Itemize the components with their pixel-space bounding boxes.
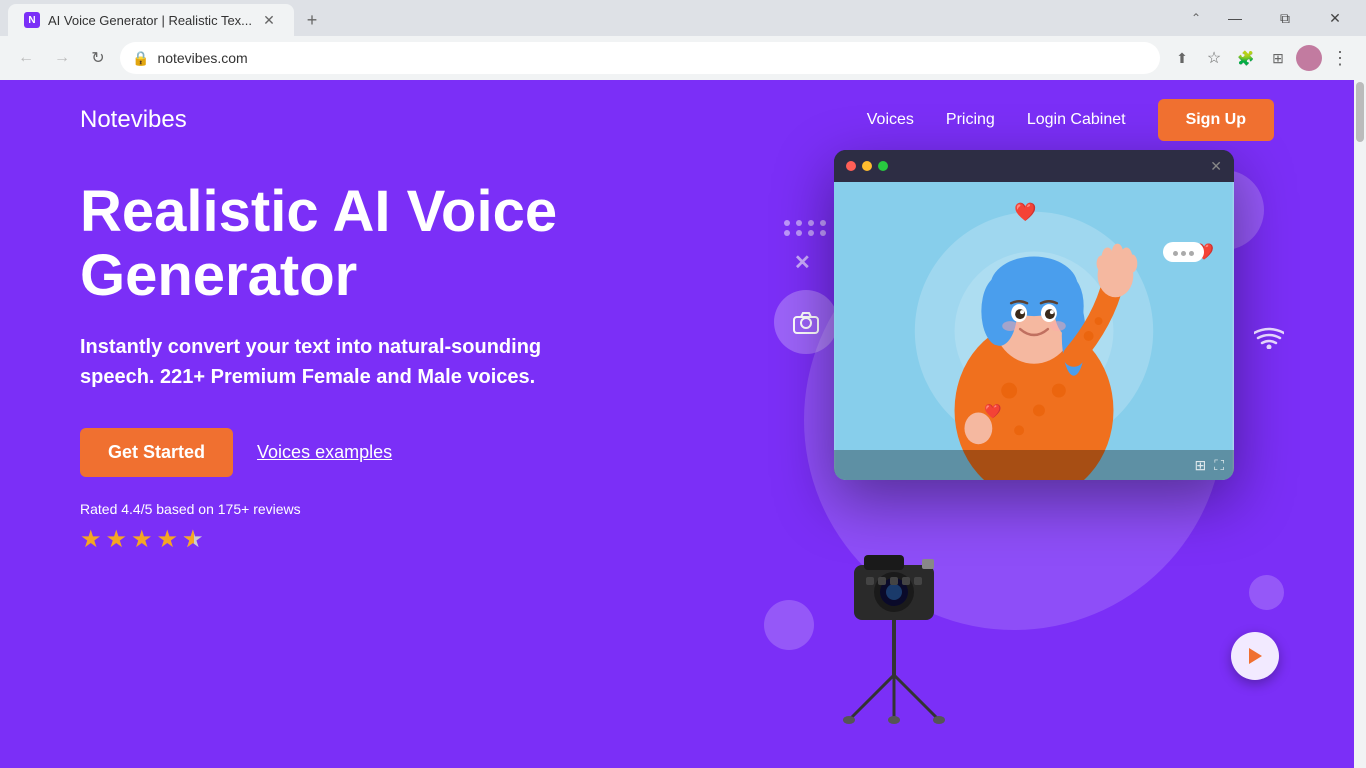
star-1: ★ [80, 525, 102, 554]
nav-link-pricing[interactable]: Pricing [946, 111, 995, 129]
maximize-button[interactable]: ⧉ [1262, 4, 1308, 32]
hero-illustration: ✕ [734, 130, 1294, 730]
hero-subtitle: Instantly convert your text into natural… [80, 332, 580, 392]
browser-chrome: N AI Voice Generator | Realistic Tex... … [0, 0, 1366, 80]
get-started-button[interactable]: Get Started [80, 428, 233, 477]
screen-bottom-bar: ⊞ ⛶ [834, 450, 1234, 480]
tab-close-button[interactable]: ✕ [260, 11, 278, 29]
expand-icon: ⊞ [1194, 457, 1206, 474]
screen-frame: ✕ [834, 150, 1234, 480]
dot-1 [784, 220, 790, 226]
forward-button[interactable]: → [48, 44, 76, 72]
lock-icon: 🔒 [132, 50, 149, 67]
rating-text: Rated 4.4/5 based on 175+ reviews [80, 501, 660, 517]
page-wrapper: N AI Voice Generator | Realistic Tex... … [0, 0, 1366, 768]
minimize-button[interactable]: — [1212, 4, 1258, 32]
star-5: ★ ★ [182, 525, 204, 554]
scrollbar-thumb[interactable] [1356, 82, 1364, 142]
dot-3 [808, 220, 814, 226]
dot-2 [796, 220, 802, 226]
nav-link-voices[interactable]: Voices [867, 111, 914, 129]
heart-icon-1: ❤️ [1014, 202, 1036, 223]
star-rating: ★ ★ ★ ★ ★ ★ [80, 525, 660, 554]
hero-title: Realistic AI Voice Generator [80, 180, 660, 308]
tripod-illustration [794, 545, 994, 730]
dot-5 [784, 230, 790, 236]
scrollbar[interactable] [1354, 80, 1366, 768]
address-bar[interactable]: 🔒 notevibes.com [120, 42, 1160, 74]
screen-dot-green [878, 161, 888, 171]
close-button[interactable]: ✕ [1312, 4, 1358, 32]
voices-examples-link[interactable]: Voices examples [257, 442, 392, 463]
share-button[interactable]: ⬆ [1168, 44, 1196, 72]
screen-dot-red [846, 161, 856, 171]
nav-link-login-cabinet[interactable]: Login Cabinet [1027, 111, 1126, 129]
dot-7 [808, 230, 814, 236]
navbar: Notevibes Voices Pricing Login Cabinet S… [0, 80, 1354, 160]
menu-button[interactable]: ⋮ [1326, 44, 1354, 72]
screen-dot-yellow [862, 161, 872, 171]
nav-back-icon: ⌃ [1184, 6, 1208, 30]
chat-dot-3 [1189, 251, 1194, 256]
active-tab[interactable]: N AI Voice Generator | Realistic Tex... … [8, 4, 294, 36]
screen-content: ❤️ ❤️ ❤️ ⊞ ⛶ [834, 182, 1234, 480]
logo[interactable]: Notevibes [80, 106, 187, 134]
bookmark-button[interactable]: ☆ [1200, 44, 1228, 72]
chat-dot-2 [1181, 251, 1186, 256]
user-avatar[interactable] [1296, 45, 1322, 71]
tab-bar: N AI Voice Generator | Realistic Tex... … [0, 0, 1366, 36]
back-button[interactable]: ← [12, 44, 40, 72]
profile-button[interactable]: ⊞ [1264, 44, 1292, 72]
play-button [1231, 632, 1279, 680]
character-illustration [834, 182, 1234, 480]
nav-links: Voices Pricing Login Cabinet Sign Up [867, 99, 1274, 141]
heart-icon-3: ❤️ [984, 403, 1001, 420]
chat-dot-1 [1173, 251, 1178, 256]
new-tab-button[interactable]: + [298, 6, 326, 34]
x-mark-decoration: ✕ [794, 250, 811, 275]
page-content: Notevibes Voices Pricing Login Cabinet S… [0, 80, 1354, 768]
camera-float [774, 290, 838, 354]
wifi-icon [1254, 325, 1284, 356]
dots-pattern-decoration [784, 220, 828, 236]
signup-button[interactable]: Sign Up [1158, 99, 1274, 141]
screen-close-x: ✕ [1210, 158, 1222, 175]
fullscreen-icon: ⛶ [1214, 457, 1224, 474]
nav-actions: ⬆ ☆ 🧩 ⊞ ⋮ [1168, 44, 1354, 72]
star-4: ★ [157, 525, 179, 554]
camera-icon [774, 290, 838, 354]
tab-favicon: N [24, 12, 40, 28]
reload-button[interactable]: ↻ [84, 44, 112, 72]
browser-nav: ← → ↻ 🔒 notevibes.com ⬆ ☆ 🧩 ⊞ ⋮ [0, 36, 1366, 80]
extensions-button[interactable]: 🧩 [1232, 44, 1260, 72]
dot-4 [820, 220, 826, 226]
hero-section: Realistic AI Voice Generator Instantly c… [0, 160, 1354, 554]
hero-text: Realistic AI Voice Generator Instantly c… [80, 180, 660, 554]
tab-title: AI Voice Generator | Realistic Tex... [48, 13, 252, 28]
dot-6 [796, 230, 802, 236]
star-3: ★ [131, 525, 153, 554]
star-2: ★ [106, 525, 128, 554]
chat-bubble [1163, 242, 1204, 262]
dot-8 [820, 230, 826, 236]
bg-circle-small-br [1249, 575, 1284, 610]
url-text: notevibes.com [157, 50, 1148, 66]
hero-buttons: Get Started Voices examples [80, 428, 660, 477]
